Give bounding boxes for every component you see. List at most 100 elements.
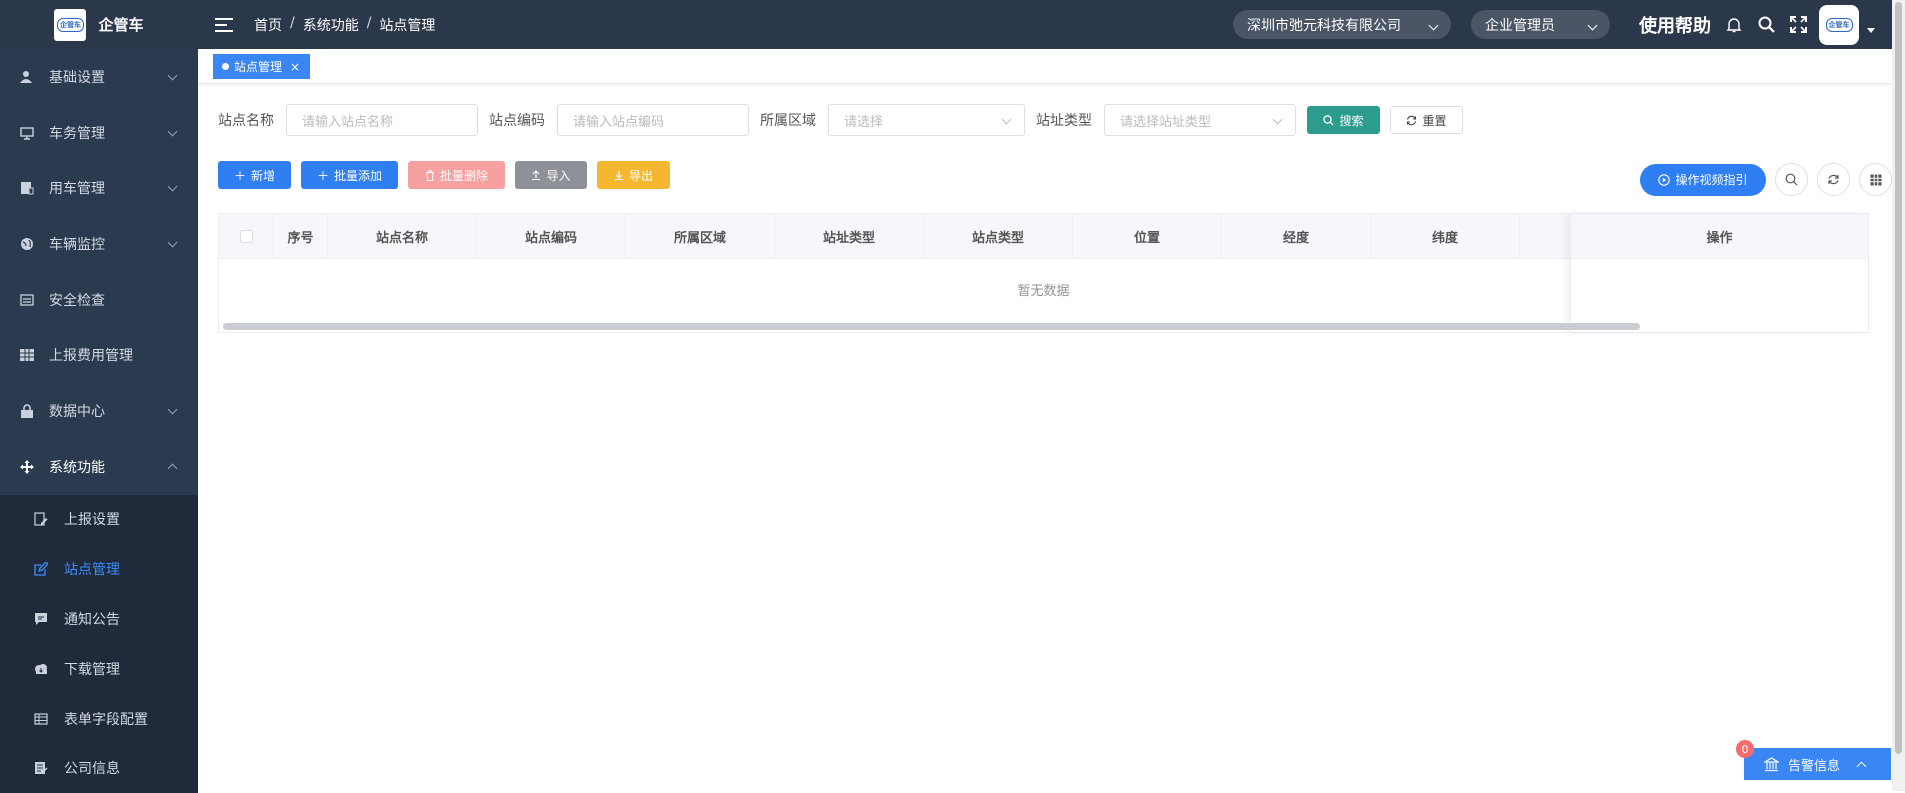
cloud-icon — [34, 662, 48, 676]
sidebar-item-label: 车辆监控 — [49, 234, 105, 254]
sidebar-item-label: 用车管理 — [49, 178, 105, 198]
header-right: 深圳市弛元科技有限公司 企业管理员 使用帮助 企管车 — [1233, 0, 1905, 49]
filter-form: 站点名称 请输入站点名称 站点编码 请输入站点编码 所属区域 请选择 站址类型 … — [218, 104, 1463, 136]
active-dot-icon — [222, 63, 229, 70]
select-all-checkbox[interactable] — [240, 230, 253, 243]
tab-label: 站点管理 — [234, 58, 282, 75]
addr-type-select[interactable]: 请选择站址类型 — [1104, 104, 1296, 136]
sidebar: 企管车 企管车 基础设置 车务管理 用车管理 车辆监控 安全检查 上报费用管理 — [0, 0, 198, 791]
reset-button[interactable]: 重置 — [1390, 106, 1463, 134]
bell-icon[interactable] — [1725, 16, 1743, 34]
sidebar-item-expense-report[interactable]: 上报费用管理 — [0, 327, 198, 383]
company-select[interactable]: 深圳市弛元科技有限公司 — [1233, 10, 1451, 39]
breadcrumb-home[interactable]: 首页 — [254, 15, 282, 35]
export-button-label: 导出 — [629, 167, 653, 184]
tab-site-management[interactable]: 站点管理 × — [213, 54, 310, 79]
table-icon — [34, 712, 48, 726]
import-button[interactable]: 导入 — [515, 161, 587, 189]
menu-toggle-icon[interactable] — [215, 18, 233, 32]
batch-add-button-label: 批量添加 — [334, 167, 382, 184]
add-button[interactable]: ＋ 新增 — [218, 161, 291, 189]
grid-icon — [1870, 174, 1882, 186]
upload-icon — [531, 170, 541, 180]
video-guide-button[interactable]: 操作视频指引 — [1640, 164, 1766, 196]
region-select[interactable]: 请选择 — [828, 104, 1025, 136]
search-icon — [1785, 173, 1798, 186]
sidebar-item-car-usage[interactable]: 用车管理 — [0, 160, 198, 216]
video-guide-button-label: 操作视频指引 — [1675, 171, 1747, 188]
search-icon — [1323, 115, 1334, 126]
sidebar-subitem-form-fields[interactable]: 表单字段配置 — [0, 694, 198, 744]
sidebar-item-label: 车务管理 — [49, 123, 105, 143]
alarm-count-badge: 0 — [1736, 740, 1754, 758]
sidebar-subitem-notice[interactable]: 通知公告 — [0, 594, 198, 644]
edit-icon — [34, 562, 48, 576]
table-tools: 操作视频指引 — [1640, 163, 1892, 196]
grid-icon — [20, 348, 34, 362]
edit-doc-icon — [34, 512, 48, 526]
help-link[interactable]: 使用帮助 — [1639, 12, 1711, 38]
column-header: 站址类型 — [775, 214, 924, 258]
columns-button[interactable] — [1859, 163, 1892, 196]
alarm-panel[interactable]: 0 告警信息 — [1744, 748, 1891, 780]
sidebar-item-data-center[interactable]: 数据中心 — [0, 383, 198, 439]
sidebar-item-vehicle-monitor[interactable]: 车辆监控 — [0, 216, 198, 272]
vertical-scrollbar[interactable] — [1892, 0, 1905, 791]
chevron-up-icon — [1857, 761, 1867, 771]
app-name: 企管车 — [98, 14, 143, 35]
sidebar-item-label: 数据中心 — [49, 401, 105, 421]
tabs-bar: 站点管理 × — [198, 49, 1892, 84]
sidebar-item-label: 上报设置 — [64, 509, 120, 529]
avatar[interactable]: 企管车 — [1819, 5, 1859, 45]
select-all-checkbox-cell — [219, 214, 274, 258]
site-name-input[interactable]: 请输入站点名称 — [286, 104, 478, 136]
chevron-down-icon — [1429, 21, 1439, 31]
horizontal-scrollbar[interactable] — [223, 323, 1640, 330]
plus-icon: ＋ — [234, 167, 246, 184]
batch-delete-button-label: 批量删除 — [440, 167, 488, 184]
sidebar-item-safety-check[interactable]: 安全检查 — [0, 272, 198, 328]
lock-icon — [20, 404, 34, 418]
role-select[interactable]: 企业管理员 — [1471, 10, 1610, 39]
sidebar-item-basic-settings[interactable]: 基础设置 — [0, 49, 198, 105]
caret-down-icon[interactable] — [1867, 28, 1875, 33]
column-header: 序号 — [274, 214, 328, 258]
sidebar-item-vehicle-affairs[interactable]: 车务管理 — [0, 105, 198, 161]
sites-table: 序号 站点名称 站点编码 所属区域 站址类型 站点类型 位置 经度 纬度 暂无数… — [218, 213, 1869, 333]
refresh-icon — [1827, 173, 1840, 186]
breadcrumb-separator: / — [367, 15, 372, 35]
sidebar-item-label: 基础设置 — [49, 67, 105, 87]
monitor-icon — [20, 126, 34, 140]
search-icon[interactable] — [1757, 16, 1775, 34]
toggle-search-button[interactable] — [1775, 163, 1808, 196]
column-header: 站点类型 — [924, 214, 1073, 258]
user-icon — [20, 70, 34, 84]
sidebar-item-system-functions[interactable]: 系统功能 — [0, 439, 198, 495]
close-icon[interactable]: × — [290, 60, 300, 74]
chevron-down-icon — [1273, 115, 1283, 125]
column-header: 操作 — [1571, 214, 1868, 259]
breadcrumb: 首页 / 系统功能 / 站点管理 — [254, 15, 435, 35]
sidebar-item-label: 站点管理 — [64, 559, 120, 579]
bank-icon — [1764, 757, 1779, 772]
sidebar-subitem-company-info[interactable]: 公司信息 — [0, 743, 198, 793]
region-select-placeholder: 请选择 — [844, 111, 883, 130]
batch-delete-button[interactable]: 批量删除 — [408, 161, 505, 189]
sidebar-item-label: 系统功能 — [49, 457, 105, 477]
sidebar-subitem-report-settings[interactable]: 上报设置 — [0, 495, 198, 545]
site-code-input[interactable]: 请输入站点编码 — [557, 104, 749, 136]
refresh-button[interactable] — [1817, 163, 1850, 196]
sidebar-item-label: 公司信息 — [64, 758, 120, 778]
sidebar-item-label: 通知公告 — [64, 609, 120, 629]
sidebar-subitem-downloads[interactable]: 下载管理 — [0, 644, 198, 694]
column-header: 位置 — [1073, 214, 1222, 258]
breadcrumb-current: 站点管理 — [379, 15, 435, 35]
sidebar-item-label: 表单字段配置 — [64, 709, 148, 729]
search-button[interactable]: 搜索 — [1307, 106, 1380, 134]
sidebar-subitem-site-management[interactable]: 站点管理 — [0, 544, 198, 594]
batch-add-button[interactable]: ＋ 批量添加 — [301, 161, 398, 189]
sidebar-item-label: 安全检查 — [49, 290, 105, 310]
export-button[interactable]: 导出 — [597, 161, 670, 189]
fullscreen-icon[interactable] — [1789, 16, 1807, 34]
breadcrumb-system[interactable]: 系统功能 — [303, 15, 359, 35]
